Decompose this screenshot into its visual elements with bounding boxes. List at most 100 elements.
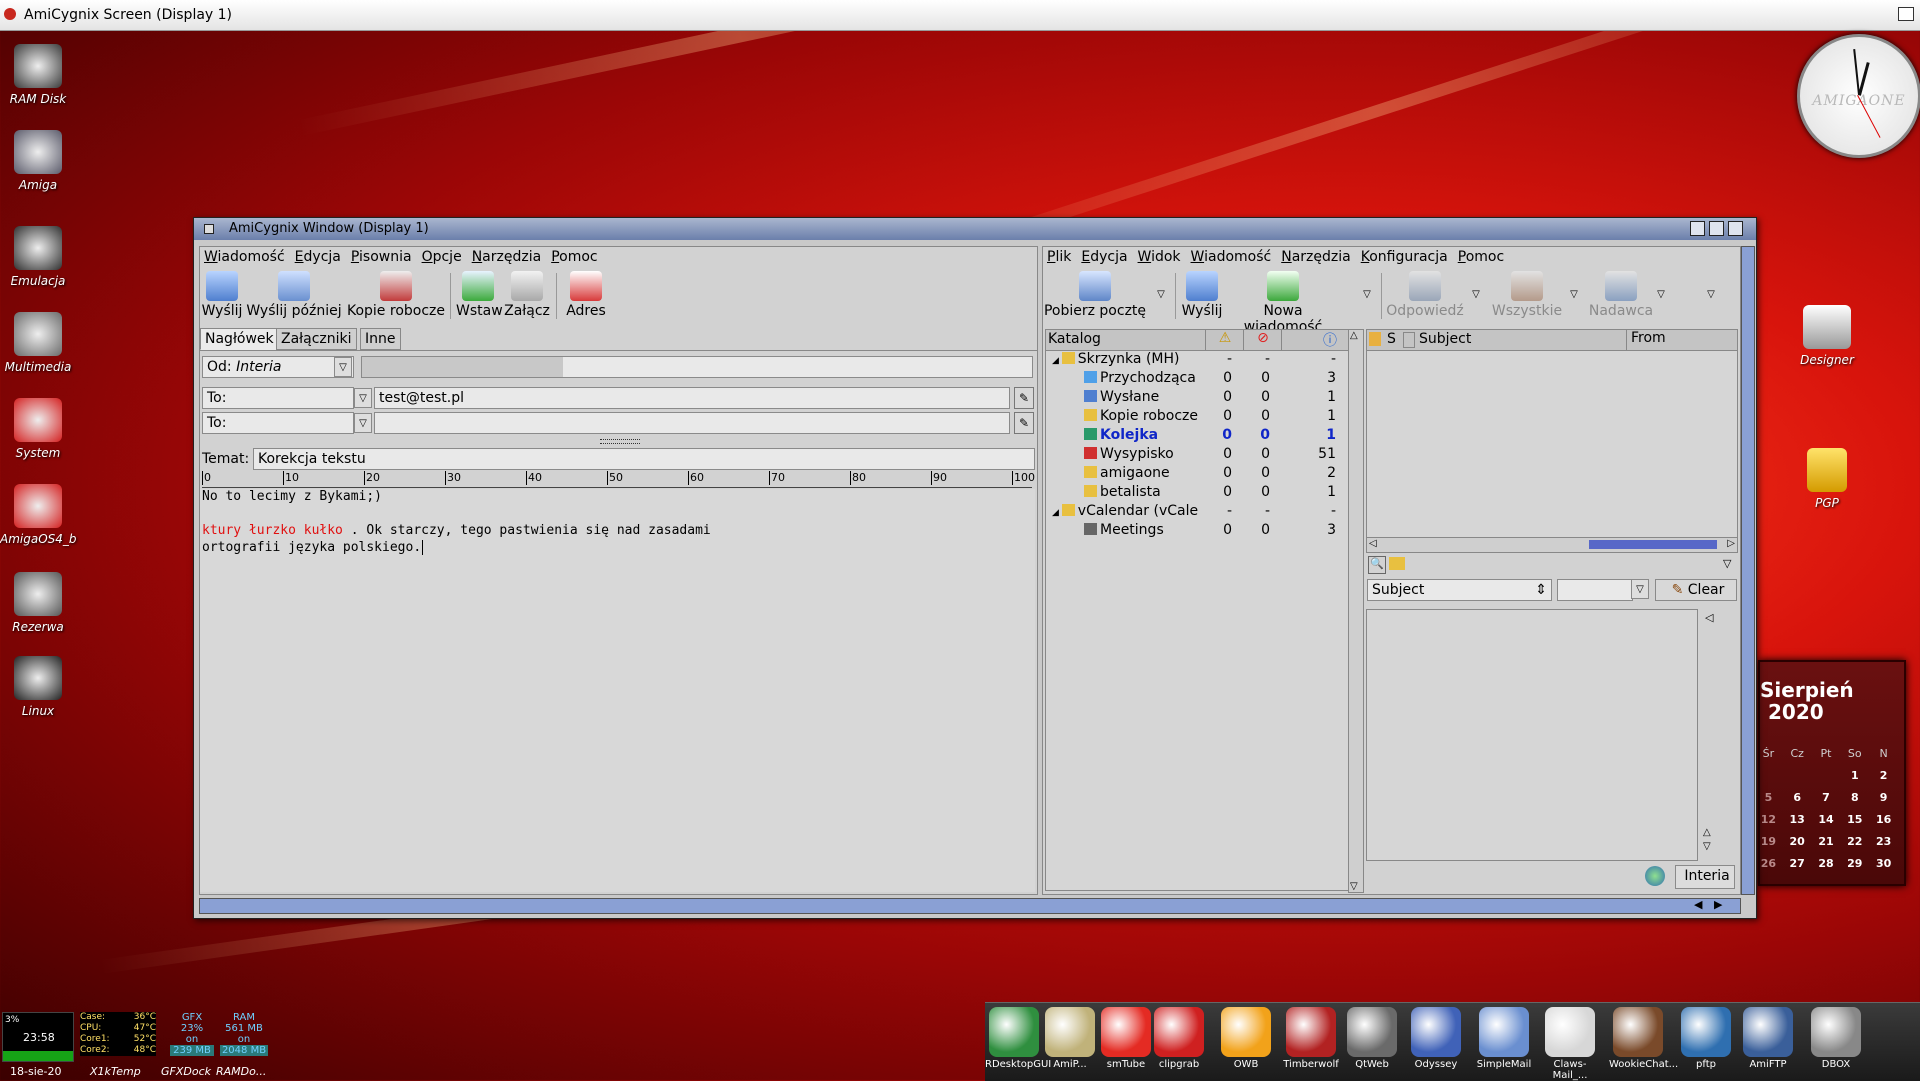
amicygnix-window[interactable]: AmiCygnix Window (Display 1) Wiadomość E… bbox=[193, 217, 1757, 919]
search-text-dropdown[interactable]: ▽ bbox=[1631, 579, 1649, 599]
dock-item-pftp[interactable]: pftp bbox=[1677, 1007, 1735, 1070]
send-later-button[interactable]: Wyślij później bbox=[244, 271, 344, 319]
desktop-icon-amiga[interactable]: Amiga bbox=[0, 130, 76, 192]
message-list-hscrollbar[interactable]: ◁ ▷ bbox=[1366, 537, 1738, 553]
send-button[interactable]: Wyślij bbox=[200, 271, 244, 319]
dock-item-smtube[interactable]: smTube bbox=[1097, 1007, 1155, 1070]
dock-item-dbox[interactable]: DBOX bbox=[1807, 1007, 1865, 1070]
fetch-mail-button[interactable]: Pobierz pocztę bbox=[1043, 271, 1147, 319]
preview-collapse-arrow[interactable]: ◁ bbox=[1705, 611, 1713, 624]
window-title-bar[interactable]: AmiCygnix Window (Display 1) bbox=[194, 218, 1756, 240]
to-label-field[interactable]: To: bbox=[202, 387, 354, 409]
mail-menu-edycja[interactable]: Edycja bbox=[1081, 249, 1127, 265]
dock-item-amip[interactable]: AmiP... bbox=[1041, 1007, 1099, 1070]
compose-menu-opcje[interactable]: Opcje bbox=[422, 249, 462, 265]
scroll-up-arrow[interactable]: △ bbox=[1350, 330, 1358, 341]
address-book-button[interactable]: Adres bbox=[562, 271, 610, 319]
dock-item-claws-mail[interactable]: Claws-Mail_... bbox=[1541, 1007, 1599, 1081]
dock-item-timberwolf[interactable]: Timberwolf bbox=[1282, 1007, 1340, 1070]
screen-title-bar[interactable]: AmiCygnix Screen (Display 1) bbox=[0, 0, 1920, 31]
new-column-icon[interactable]: ⊘ bbox=[1243, 330, 1282, 350]
folder-row[interactable]: Wysłane 0 0 1 bbox=[1048, 389, 1346, 408]
folder-row[interactable]: amigaone 0 0 2 bbox=[1048, 465, 1346, 484]
folder-tree[interactable]: Katalog ⚠ ⊘ ⓘ ◢ Skrzynka (MH) - - - Przychod… bbox=[1045, 329, 1349, 891]
mail-menu-widok[interactable]: Widok bbox=[1138, 249, 1181, 265]
to-address-picker-button[interactable]: ✎ bbox=[1014, 387, 1034, 409]
folder-row[interactable]: Przychodząca 0 0 3 bbox=[1048, 370, 1346, 389]
mail-menu-narzedzia[interactable]: Narzędzia bbox=[1281, 249, 1351, 265]
tab-zalaczniki[interactable]: Załączniki bbox=[276, 328, 357, 350]
new-message-button[interactable]: Nowa wiadomość bbox=[1229, 271, 1337, 335]
dock-item-qtweb[interactable]: QtWeb bbox=[1343, 1007, 1401, 1070]
toolbar-more-dropdown[interactable]: ▽ bbox=[1702, 285, 1720, 305]
to-dropdown-arrow[interactable]: ▽ bbox=[354, 388, 372, 408]
mail-menu-pomoc[interactable]: Pomoc bbox=[1458, 249, 1504, 265]
hscroll-left-arrow[interactable]: ◁ bbox=[1369, 538, 1377, 549]
new-message-dropdown[interactable]: ▽ bbox=[1358, 285, 1376, 305]
reply-all-dropdown[interactable]: ▽ bbox=[1565, 285, 1583, 305]
desktop-icon-ram-disk[interactable]: RAM Disk bbox=[0, 44, 76, 106]
compose-menu-edycja[interactable]: Edycja bbox=[295, 249, 341, 265]
status-column-icon[interactable] bbox=[1369, 332, 1381, 346]
list-column-subject[interactable]: Subject bbox=[1419, 331, 1471, 347]
drafts-button[interactable]: Kopie robocze bbox=[346, 271, 446, 319]
window-depth-gadget[interactable] bbox=[1728, 221, 1743, 236]
dock-item-owb[interactable]: OWB bbox=[1217, 1007, 1275, 1070]
subject-input[interactable]: Korekcja tekstu bbox=[253, 448, 1035, 470]
folder-icon[interactable] bbox=[1389, 557, 1405, 570]
online-globe-icon[interactable] bbox=[1645, 866, 1665, 886]
message-list[interactable]: S Subject From bbox=[1366, 329, 1738, 553]
mail-menu-plik[interactable]: Plik bbox=[1047, 249, 1071, 265]
mail-menu-konfiguracja[interactable]: Konfiguracja bbox=[1361, 249, 1448, 265]
search-text-input[interactable] bbox=[1557, 579, 1633, 601]
message-body-editor[interactable]: No to lecimy z Bykami;) ktury łurzko kuł… bbox=[200, 489, 1035, 892]
desktop-icon-rezerwa[interactable]: Rezerwa bbox=[0, 572, 76, 634]
tree-expand-arrow[interactable]: ◢ bbox=[1052, 508, 1062, 518]
compose-menu-pomoc[interactable]: Pomoc bbox=[551, 249, 597, 265]
window-hscrollbar[interactable]: ◀ ▶ bbox=[199, 898, 1741, 914]
desktop-icon-designer[interactable]: Designer bbox=[1789, 305, 1865, 367]
compose-menu-pisownia[interactable]: Pisownia bbox=[351, 249, 412, 265]
to2-address-picker-button[interactable]: ✎ bbox=[1014, 412, 1034, 434]
tab-inne[interactable]: Inne bbox=[360, 328, 401, 350]
mail-send-button[interactable]: Wyślij bbox=[1179, 271, 1225, 319]
folder-row[interactable]: ◢ Skrzynka (MH) - - - bbox=[1048, 351, 1346, 370]
search-field-select[interactable]: Subject ⇕ bbox=[1367, 579, 1552, 601]
folder-row[interactable]: betalista 0 0 1 bbox=[1048, 484, 1346, 503]
clear-button[interactable]: ✎ Clear bbox=[1655, 579, 1737, 601]
hscroll-thumb[interactable] bbox=[1589, 540, 1717, 549]
compose-menu-wiadomosc[interactable]: Wiadomość bbox=[204, 249, 285, 265]
desktop-icon-system[interactable]: System bbox=[0, 398, 76, 460]
window-hscroll-right[interactable]: ▶ bbox=[1714, 898, 1722, 911]
to2-input[interactable] bbox=[374, 412, 1010, 434]
reply-dropdown[interactable]: ▽ bbox=[1467, 285, 1485, 305]
attachment-column-icon[interactable] bbox=[1403, 332, 1415, 348]
from-select[interactable]: Od: Interia bbox=[202, 356, 354, 378]
folder-column-katalog[interactable]: Katalog bbox=[1048, 331, 1101, 347]
folder-tree-scrollbar[interactable]: △ ▽ bbox=[1348, 329, 1364, 893]
window-iconify-gadget[interactable] bbox=[1690, 221, 1705, 236]
desktop-icon-emulacja[interactable]: Emulacja bbox=[0, 226, 76, 288]
unread-column-warning-icon[interactable]: ⚠ bbox=[1205, 330, 1244, 350]
folder-row[interactable]: ◢ vCalendar (vCale - - - bbox=[1048, 503, 1346, 522]
list-column-from[interactable]: From bbox=[1626, 330, 1666, 350]
desktop-icon-pgp[interactable]: PGP bbox=[1789, 448, 1865, 510]
search-panel-collapse-arrow[interactable]: ▽ bbox=[1723, 557, 1731, 570]
dock-item-clipgrab[interactable]: clipgrab bbox=[1150, 1007, 1208, 1070]
to-input[interactable]: test@test.pl bbox=[374, 387, 1010, 409]
total-column-info-icon[interactable]: ⓘ bbox=[1281, 330, 1337, 350]
folder-row[interactable]: Kolejka 0 0 1 bbox=[1048, 427, 1346, 446]
window-hscroll-left[interactable]: ◀ bbox=[1694, 898, 1702, 911]
hscroll-right-arrow[interactable]: ▷ bbox=[1727, 538, 1735, 549]
tree-expand-arrow[interactable]: ◢ bbox=[1052, 356, 1062, 366]
desktop-icon-amigaos4-b[interactable]: AmigaOS4_b bbox=[0, 484, 77, 546]
folder-row[interactable]: Meetings 0 0 3 bbox=[1048, 522, 1346, 541]
window-zoom-gadget[interactable] bbox=[1709, 221, 1724, 236]
to2-dropdown-arrow[interactable]: ▽ bbox=[354, 413, 372, 433]
message-preview[interactable] bbox=[1366, 609, 1698, 861]
to2-label-field[interactable]: To: bbox=[202, 412, 354, 434]
scroll-down-arrow[interactable]: ▽ bbox=[1350, 881, 1358, 892]
tab-naglowek[interactable]: Nagłówek bbox=[200, 328, 279, 350]
header-resize-handle[interactable] bbox=[600, 439, 640, 444]
preview-scroll-up[interactable]: △ bbox=[1703, 827, 1711, 838]
